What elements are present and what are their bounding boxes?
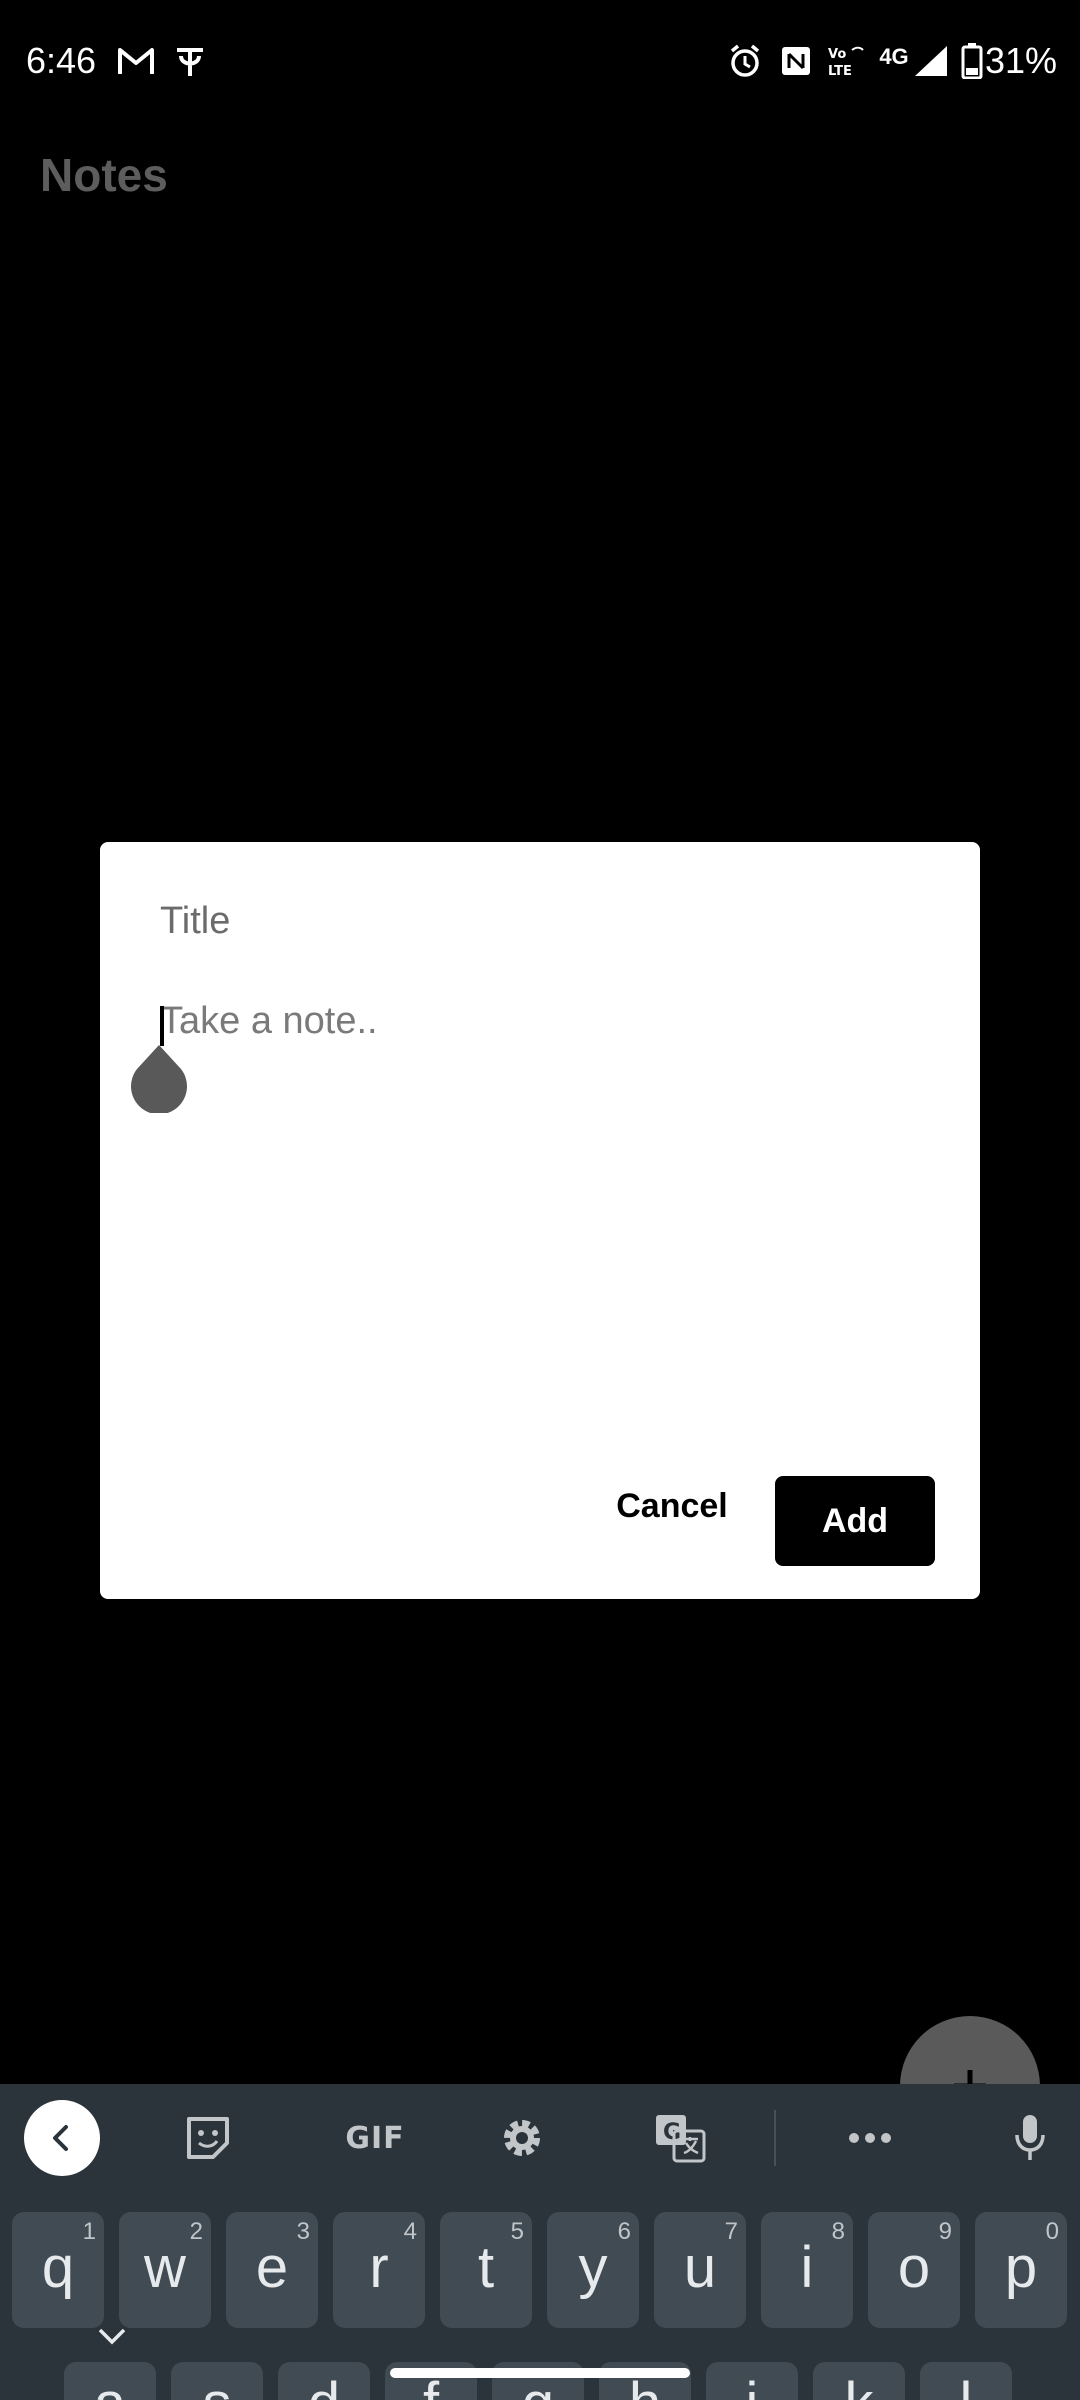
title-input[interactable]: Title [160, 900, 920, 943]
key-k[interactable]: k [813, 2362, 905, 2400]
page-title: Notes [40, 149, 168, 201]
keyboard-row-1: q1 w2 e3 r4 t5 y6 u7 i8 o9 p0 [0, 2212, 1080, 2332]
chevron-left-icon [53, 2125, 68, 2151]
svg-text:LTE: LTE [828, 64, 852, 78]
gear-icon [504, 2120, 540, 2156]
text-cursor [160, 1006, 164, 1046]
key-u[interactable]: u7 [654, 2212, 746, 2328]
key-number: 8 [831, 2218, 845, 2245]
gif-button[interactable]: GIF [325, 2102, 425, 2174]
alarm-icon [726, 44, 764, 78]
cursor-handle-icon[interactable] [131, 1045, 187, 1113]
note-placeholder: Take a note.. [160, 1000, 378, 1042]
key-e[interactable]: e3 [226, 2212, 318, 2328]
key-letter: k [813, 2370, 905, 2400]
status-time: 6:46 [26, 40, 97, 81]
microphone-icon [1015, 2115, 1045, 2160]
battery-icon [960, 43, 984, 79]
svg-text:Vo: Vo [828, 47, 846, 62]
voice-input-button[interactable] [990, 2102, 1070, 2174]
gesture-nav-bar[interactable] [390, 2368, 690, 2378]
status-bar: 6:46 Vo LTE 4G 31% [0, 0, 1080, 126]
key-number: 6 [617, 2218, 631, 2245]
gif-label: GIF [345, 2120, 405, 2156]
key-letter: j [706, 2370, 798, 2400]
key-p[interactable]: p0 [975, 2212, 1067, 2328]
nfc-icon [778, 44, 814, 78]
key-letter: a [64, 2370, 156, 2400]
key-d[interactable]: d [278, 2362, 370, 2400]
key-j[interactable]: j [706, 2362, 798, 2400]
network-label: 4G [879, 44, 909, 69]
key-s[interactable]: s [171, 2362, 263, 2400]
translate-icon: G [656, 2115, 706, 2163]
sticker-button[interactable] [168, 2102, 248, 2174]
chevron-down-icon[interactable] [96, 2326, 128, 2346]
key-number: 7 [724, 2218, 738, 2245]
keyboard-back-button[interactable] [24, 2100, 100, 2176]
signal-icon [912, 44, 950, 78]
volte-icon: Vo LTE [826, 44, 866, 78]
add-button[interactable]: Add [775, 1476, 935, 1566]
key-r[interactable]: r4 [333, 2212, 425, 2328]
key-number: 2 [189, 2218, 203, 2245]
key-letter: d [278, 2370, 370, 2400]
key-i[interactable]: i8 [761, 2212, 853, 2328]
battery-percent: 31% [985, 40, 1058, 81]
more-options-button[interactable] [830, 2102, 910, 2174]
key-w[interactable]: w2 [119, 2212, 211, 2328]
key-number: 4 [403, 2218, 417, 2245]
keyboard-settings-button[interactable] [482, 2102, 562, 2174]
key-o[interactable]: o9 [868, 2212, 960, 2328]
toolbar-divider [774, 2110, 776, 2166]
gmail-icon [116, 44, 156, 78]
key-number: 1 [82, 2218, 96, 2245]
keyboard-toolbar: GIF G [0, 2084, 1080, 2192]
key-letter: s [171, 2370, 263, 2400]
key-number: 5 [510, 2218, 524, 2245]
key-letter: l [920, 2370, 1012, 2400]
add-note-dialog: Title Take a note.. Cancel Add [100, 842, 980, 1599]
key-q[interactable]: q1 [12, 2212, 104, 2328]
translate-button[interactable]: G [640, 2102, 720, 2174]
more-horizontal-icon [849, 2133, 891, 2143]
key-l[interactable]: l [920, 2362, 1012, 2400]
key-number: 3 [296, 2218, 310, 2245]
key-a[interactable]: a [64, 2362, 156, 2400]
key-t[interactable]: t5 [440, 2212, 532, 2328]
sticker-icon [187, 2117, 229, 2159]
note-input[interactable]: Take a note.. [160, 1000, 920, 1043]
key-number: 9 [938, 2218, 952, 2245]
soft-keyboard: GIF G q1 w2 e3 r4 t5 y6 u7 i8 o9 p0 a s … [0, 2084, 1080, 2400]
key-number: 0 [1045, 2218, 1059, 2245]
network-4g-icon: 4G [874, 40, 914, 74]
key-y[interactable]: y6 [547, 2212, 639, 2328]
cancel-button[interactable]: Cancel [592, 1476, 752, 1536]
phonepe-icon [172, 44, 208, 78]
